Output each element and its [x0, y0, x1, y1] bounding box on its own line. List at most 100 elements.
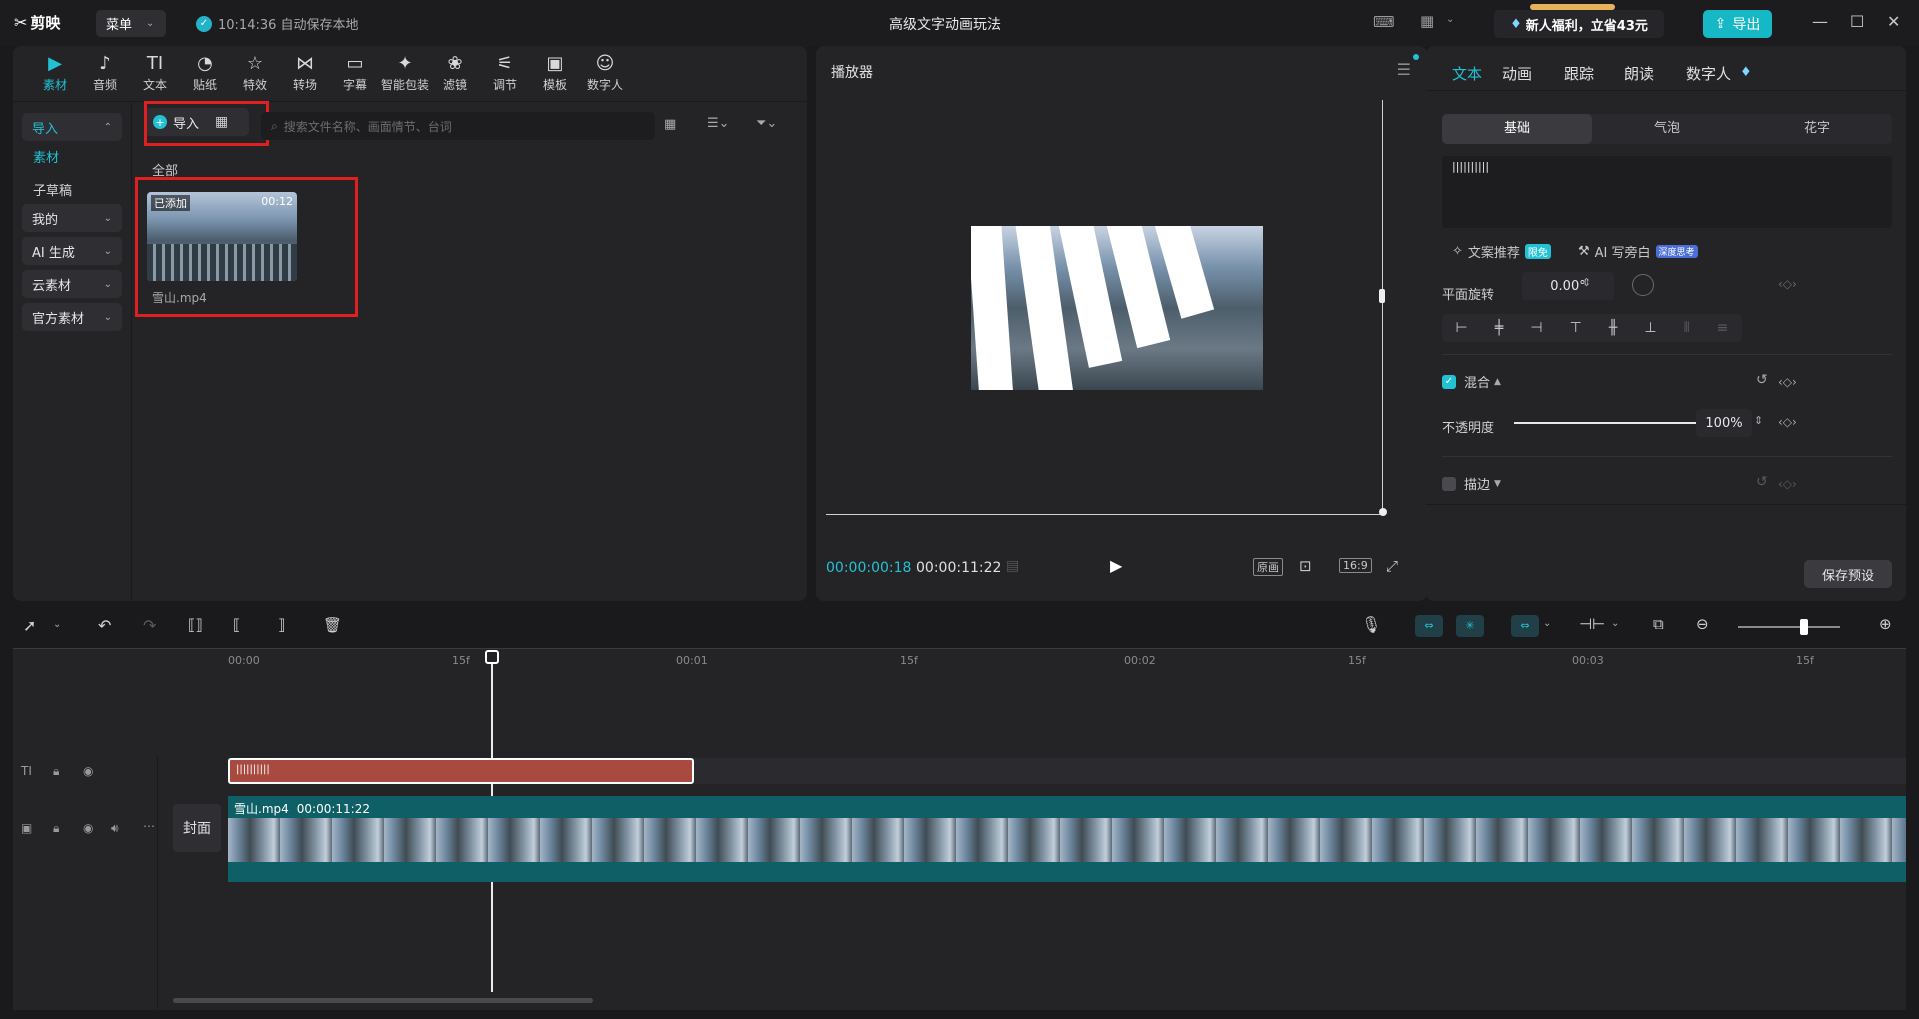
chevron-down-icon[interactable]: ⌄: [1543, 618, 1551, 629]
preview-axis-icon[interactable]: ⊣⊢: [1579, 615, 1605, 633]
props-tab-2[interactable]: 跟踪: [1564, 63, 1594, 84]
copy-recommend-button[interactable]: ✧ 文案推荐 限免: [1452, 242, 1551, 261]
rotate-input[interactable]: 0.00°: [1522, 272, 1614, 300]
more-icon[interactable]: ⋯: [143, 819, 155, 833]
side-official[interactable]: 官方素材 ⌄: [22, 303, 122, 331]
layout-icon[interactable]: ▦: [1420, 12, 1434, 30]
original-quality-button[interactable]: 原画: [1253, 558, 1283, 576]
segment-basic[interactable]: 基础: [1442, 114, 1592, 144]
microphone-icon[interactable]: 🎙: [1361, 615, 1381, 634]
segment-fancy[interactable]: 花字: [1742, 114, 1892, 144]
distribute-v-icon[interactable]: ≡: [1717, 320, 1729, 336]
segment-bubble[interactable]: 气泡: [1592, 114, 1742, 144]
save-preset-button[interactable]: 保存预设: [1804, 560, 1892, 588]
lock-icon[interactable]: 🔒︎: [53, 764, 59, 779]
props-tab-0[interactable]: 文本: [1452, 63, 1482, 84]
keyframe-icon[interactable]: ‹◇›: [1778, 477, 1797, 491]
menu-icon[interactable]: ☰: [1397, 60, 1411, 79]
auto-snap-icon[interactable]: ✳: [1456, 615, 1484, 637]
cover-button[interactable]: 封面: [173, 804, 221, 852]
minimize-icon[interactable]: —: [1812, 12, 1828, 31]
zoom-slider-track[interactable]: [1738, 626, 1840, 628]
split-left-icon[interactable]: ⟦: [233, 616, 240, 634]
rotate-dial[interactable]: [1632, 274, 1654, 296]
video-preview[interactable]: [971, 226, 1263, 390]
side-material[interactable]: 素材: [33, 147, 59, 166]
side-cloud[interactable]: 云素材 ⌄: [22, 270, 122, 298]
blend-checkbox[interactable]: ✓: [1442, 374, 1456, 389]
search-input[interactable]: ⌕ 搜索文件名称、画面情节、台词: [261, 112, 655, 140]
props-tab-3[interactable]: 朗读: [1624, 63, 1654, 84]
keyboard-icon[interactable]: ⌨: [1373, 13, 1395, 31]
speaker-icon[interactable]: 🔊︎: [111, 821, 119, 836]
zoom-fit-icon[interactable]: ⊡: [1299, 557, 1312, 575]
video-clip[interactable]: 雪山.mp4 00:00:11:22: [228, 796, 1906, 882]
select-cursor-icon[interactable]: ➚: [23, 616, 36, 635]
ai-write-button[interactable]: ⚒ AI 写旁白 深度思考: [1578, 242, 1698, 261]
opacity-input[interactable]: 100%: [1696, 409, 1752, 437]
main-track-magnet-icon[interactable]: ⇔: [1415, 615, 1443, 637]
timeline-ruler[interactable]: 00:00 15f 00:01 15f 00:02 15f 00:03 15f: [228, 650, 1906, 670]
align-right-icon[interactable]: ⊣: [1530, 320, 1542, 336]
reset-icon[interactable]: ↺: [1756, 474, 1768, 490]
eye-icon[interactable]: ◉: [83, 764, 93, 778]
align-bottom-icon[interactable]: ⊥: [1644, 320, 1656, 336]
align-middle-icon[interactable]: ╫: [1609, 320, 1617, 336]
props-tab-4[interactable]: 数字人: [1686, 63, 1731, 84]
tool-11[interactable]: ☺ 数字人: [575, 52, 635, 93]
chevron-down-icon[interactable]: ⌄: [1446, 14, 1454, 25]
keyframe-icon[interactable]: ‹◇›: [1778, 277, 1797, 291]
eye-icon[interactable]: ◉: [83, 821, 93, 835]
chevron-down-icon[interactable]: ⌄: [53, 619, 61, 630]
timeline-grid-icon[interactable]: ▤: [1006, 558, 1019, 574]
side-mine[interactable]: 我的 ⌄: [22, 204, 122, 232]
linkage-icon[interactable]: ⇔: [1511, 615, 1539, 637]
fullscreen-icon[interactable]: ⤢: [1386, 557, 1398, 575]
grid-view-icon[interactable]: ▦: [664, 117, 676, 132]
close-icon[interactable]: ✕: [1887, 12, 1900, 31]
screenshot-icon[interactable]: ⧉: [1653, 615, 1664, 633]
stepper-icon[interactable]: ⇕: [1754, 414, 1763, 427]
align-center-h-icon[interactable]: ╪: [1495, 320, 1503, 336]
align-left-icon[interactable]: ⊢: [1456, 320, 1468, 336]
promo-button[interactable]: ♦ 新人福利，立省43元: [1494, 10, 1664, 38]
chevron-down-icon[interactable]: ⌄: [1611, 618, 1619, 629]
zoom-in-icon[interactable]: ⊕: [1879, 615, 1892, 633]
blend-section-header[interactable]: ✓ 混合 ▲: [1442, 372, 1501, 391]
redo-icon[interactable]: ↷: [143, 616, 156, 635]
crop-corner-handle[interactable]: [1379, 508, 1387, 516]
split-right-icon[interactable]: ⟧: [278, 616, 285, 634]
crop-handle[interactable]: [1379, 289, 1385, 303]
media-clip-thumbnail[interactable]: 已添加 00:12: [147, 192, 297, 281]
align-top-icon[interactable]: ⊤: [1570, 320, 1582, 336]
menu-button[interactable]: 菜单 ⌄: [96, 10, 166, 37]
side-ai-gen[interactable]: AI 生成 ⌄: [22, 237, 122, 265]
maximize-icon[interactable]: ☐: [1850, 12, 1864, 31]
aspect-ratio-button[interactable]: 16:9: [1339, 558, 1372, 573]
zoom-out-icon[interactable]: ⊖: [1696, 615, 1709, 633]
distribute-h-icon[interactable]: ⫴: [1684, 320, 1690, 336]
side-subdraft[interactable]: 子草稿: [33, 180, 72, 199]
play-icon[interactable]: ▶: [1110, 556, 1122, 575]
sort-icon[interactable]: ☰⌄: [707, 116, 730, 131]
text-content-input[interactable]: ||||||||||: [1442, 156, 1892, 228]
filter-icon[interactable]: ⏷⌄: [756, 116, 777, 131]
props-tab-1[interactable]: 动画: [1502, 63, 1532, 84]
text-clip[interactable]: ||||||||||: [228, 758, 694, 784]
side-import[interactable]: 导入 ⌃: [22, 113, 122, 141]
delete-icon[interactable]: 🗑: [323, 616, 342, 634]
export-button[interactable]: ⇪ 导出: [1703, 10, 1772, 38]
playhead-handle[interactable]: [485, 650, 499, 664]
lock-icon[interactable]: 🔒︎: [53, 821, 59, 836]
undo-icon[interactable]: ↶: [98, 616, 111, 635]
keyframe-icon[interactable]: ‹◇›: [1778, 375, 1797, 389]
stroke-checkbox[interactable]: [1442, 476, 1456, 491]
reset-icon[interactable]: ↺: [1756, 372, 1768, 388]
stroke-section-header[interactable]: 描边 ▼: [1442, 474, 1501, 493]
zoom-slider-handle[interactable]: [1800, 619, 1808, 635]
split-icon[interactable]: ⟦⟧: [188, 616, 203, 634]
stepper-icon[interactable]: ⇕: [1582, 276, 1591, 289]
keyframe-icon[interactable]: ‹◇›: [1778, 415, 1797, 429]
horizontal-scrollbar[interactable]: [173, 998, 593, 1003]
media-panel: ▶ 素材 ♪ 音频 TI 文本 ◔ 贴纸 ☆ 特效 ⋈ 转场 ▭ 字幕 ✦ 智能包装 ❀ 滤镜 ⚟ 调节 ▣ 模板 ☺ 数字人…: [13, 46, 807, 601]
